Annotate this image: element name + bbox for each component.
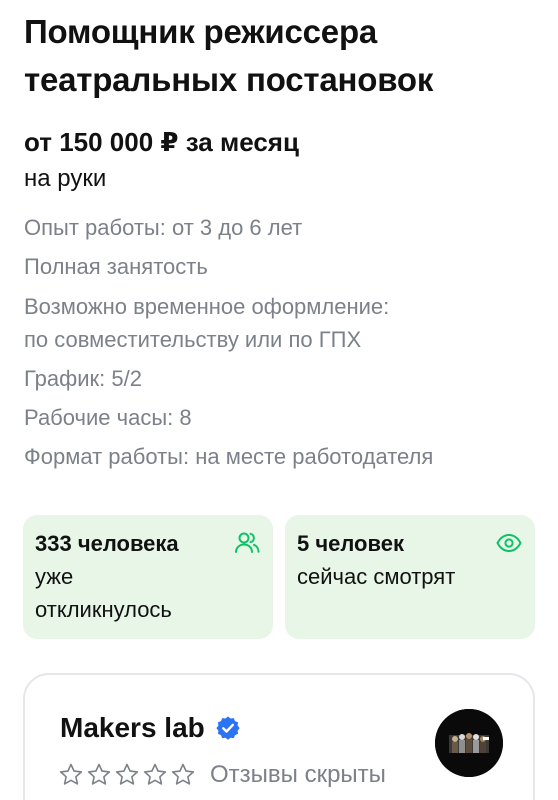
responses-stat-text: 333 человека уже откликнулось [35,527,225,626]
vacancy-details: Опыт работы: от 3 до 6 лет Полная занято… [24,212,544,480]
star-icon [59,763,83,785]
star-icon [115,763,139,785]
rating-stars [58,762,196,788]
company-card[interactable]: Makers lab Отзывы скрыты [23,673,535,800]
temporary-employment-line-2: по совместительству или по ГПХ [24,327,362,352]
responses-stat-card: 333 человека уже откликнулось [23,515,273,639]
vacancy-page: Помощник режиссера театральных постаново… [0,0,558,800]
viewers-count: 5 человек [297,531,404,556]
star-icon [171,763,195,785]
verified-check-icon [216,716,240,740]
vacancy-title-line-2: театральных постановок [24,61,434,98]
star-icon [143,763,167,785]
salary: от 150 000 ₽ за месяц [24,127,299,157]
people-icon [235,532,260,553]
work-format-detail: Формат работы: на месте работодателя [24,444,434,469]
experience-detail: Опыт работы: от 3 до 6 лет [24,215,303,240]
viewers-stat-text: 5 человек сейчас смотрят [297,527,512,593]
company-name-row: Makers lab [60,711,241,745]
responses-count: 333 человека [35,531,179,556]
viewers-stat-card: 5 человек сейчас смотрят [285,515,535,639]
rating-row: Отзывы скрыты [58,760,386,790]
hours-detail: Рабочие часы: 8 [24,405,192,430]
reviews-hidden-text: Отзывы скрыты [210,761,386,788]
eye-icon [496,534,522,552]
salary-note: на руки [24,165,107,192]
vacancy-title: Помощник режиссера театральных постаново… [24,8,534,104]
employment-detail: Полная занятость [24,254,208,279]
schedule-detail: График: 5/2 [24,366,142,391]
vacancy-title-line-1: Помощник режиссера [24,13,378,50]
viewers-line-2: сейчас смотрят [297,564,456,589]
star-icon [87,763,111,785]
responses-line-2: уже [35,564,74,589]
responses-line-3: откликнулось [35,597,172,622]
company-logo-image [435,709,503,777]
company-name[interactable]: Makers lab [60,711,205,745]
temporary-employment-line-1: Возможно временное оформление: [24,294,390,319]
temporary-employment-detail: Возможно временное оформление: по совмес… [24,290,544,356]
company-logo[interactable] [435,709,503,777]
